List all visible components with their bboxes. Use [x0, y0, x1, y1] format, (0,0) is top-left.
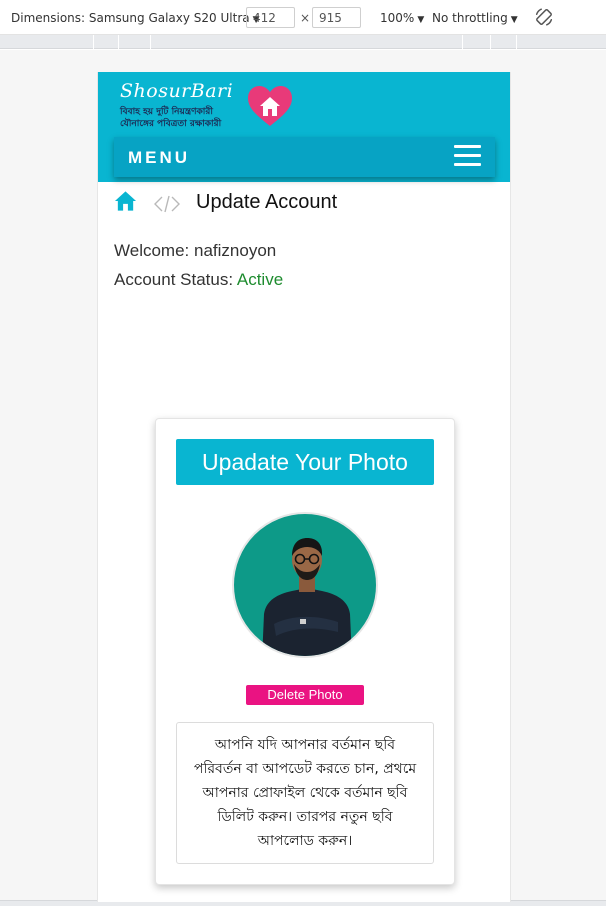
photo-update-notice: আপনি যদি আপনার বর্তমান ছবি পরিবর্তন বা আ…: [176, 722, 434, 864]
account-status-value: Active: [236, 270, 284, 289]
zoom-label: 100%: [380, 11, 415, 25]
menu-bar[interactable]: MENU: [114, 137, 495, 177]
rotate-icon[interactable]: [533, 6, 555, 28]
profile-photo: [232, 512, 378, 658]
update-photo-heading: Upadate Your Photo: [176, 439, 434, 485]
delete-photo-button[interactable]: Delete Photo: [246, 685, 364, 705]
hamburger-icon[interactable]: [454, 145, 481, 169]
chevron-down-icon: ▼: [510, 15, 518, 25]
media-query-ruler: [0, 35, 606, 49]
menu-label: MENU: [128, 148, 191, 167]
zoom-dropdown[interactable]: 100% ▼: [380, 11, 424, 25]
code-brackets-icon: [154, 195, 180, 213]
site-header: ShosurBari বিবাহ হয় দুটি নিয়ন্ত্রণকারী…: [98, 72, 510, 182]
heart-house-icon: [248, 86, 292, 126]
logo-title: ShosurBari: [120, 80, 234, 102]
throttling-dropdown[interactable]: No throttling ▼: [432, 11, 518, 25]
person-silhouette-icon: [262, 538, 352, 656]
logo-tagline-2: যৌনাঙ্গের পবিত্রতা রক্ষাকারী: [120, 119, 222, 129]
update-photo-card: Upadate Your Photo Delete Photo আপনি যদি…: [155, 418, 455, 885]
account-status-line: Account Status: Active: [114, 270, 283, 290]
site-logo[interactable]: ShosurBari বিবাহ হয় দুটি নিয়ন্ত্রণকারী…: [118, 78, 292, 134]
dimensions-dropdown[interactable]: Dimensions: Samsung Galaxy S20 Ultra ▼: [11, 11, 260, 25]
times-separator: ×: [300, 11, 311, 25]
welcome-label: Welcome:: [114, 241, 190, 260]
chevron-down-icon: ▼: [417, 15, 425, 25]
throttling-label: No throttling: [432, 11, 508, 25]
height-input[interactable]: 915: [312, 7, 361, 28]
account-status-label: Account Status:: [114, 270, 234, 289]
username-value: nafiznoyon: [194, 241, 277, 260]
page-title: Update Account: [196, 191, 338, 213]
phone-viewport: ShosurBari বিবাহ হয় দুটি নিয়ন্ত্রণকারী…: [97, 72, 511, 902]
device-toolbar: Dimensions: Samsung Galaxy S20 Ultra ▼ 41…: [0, 0, 606, 35]
welcome-line: Welcome: nafiznoyon: [114, 241, 276, 261]
dimensions-label: Dimensions: Samsung Galaxy S20 Ultra: [11, 11, 250, 25]
home-icon[interactable]: [114, 190, 137, 212]
width-input[interactable]: 412: [246, 7, 295, 28]
